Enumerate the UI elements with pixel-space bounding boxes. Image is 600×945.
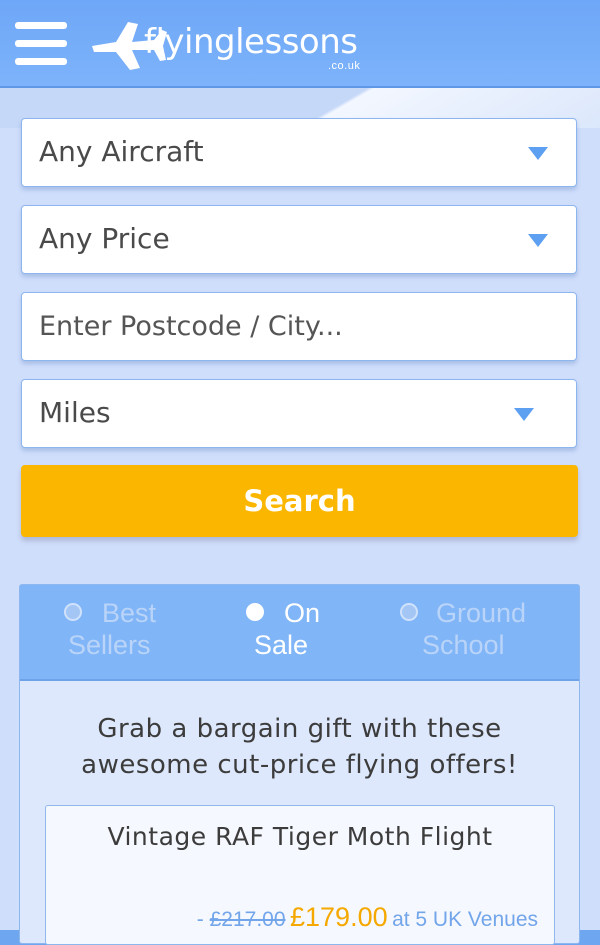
offers-panel: Best Sellers On Sale Ground School Grab … bbox=[19, 584, 580, 945]
aircraft-select-value: Any Aircraft bbox=[39, 135, 204, 168]
chevron-down-icon bbox=[514, 408, 534, 421]
radio-icon bbox=[64, 603, 82, 621]
offer-tabs: Best Sellers On Sale Ground School bbox=[20, 585, 579, 681]
old-price: £217.00 bbox=[209, 908, 286, 931]
tab-ground-school[interactable]: Ground School bbox=[398, 597, 568, 673]
distance-select[interactable]: Miles bbox=[21, 379, 577, 448]
sale-price: £179.00 bbox=[290, 902, 388, 932]
offer-card[interactable]: Vintage RAF Tiger Moth Flight - £217.00 … bbox=[45, 805, 555, 945]
venue-count[interactable]: at 5 UK Venues bbox=[392, 908, 538, 931]
page: flyinglessons .co.uk Any Aircraft Any Pr… bbox=[0, 0, 600, 945]
tab-label-line2: School bbox=[422, 630, 505, 660]
promo-line-2: awesome cut-price flying offers! bbox=[81, 750, 518, 780]
chevron-down-icon bbox=[528, 234, 548, 247]
tab-label-line2: Sellers bbox=[68, 630, 151, 660]
tab-on-sale[interactable]: On Sale bbox=[244, 597, 354, 673]
price-select[interactable]: Any Price bbox=[21, 205, 577, 274]
tab-label-line1: On bbox=[284, 598, 321, 628]
logo-domain: .co.uk bbox=[328, 60, 361, 72]
logo-text: flyinglessons bbox=[144, 22, 358, 62]
price-select-value: Any Price bbox=[39, 222, 170, 255]
distance-select-value: Miles bbox=[39, 396, 111, 429]
radio-icon bbox=[400, 603, 418, 621]
price-dash: - bbox=[196, 908, 210, 931]
radio-icon bbox=[246, 603, 264, 621]
tab-label-line1: Best bbox=[102, 598, 157, 628]
offer-price-row: - £217.00 £179.00 at 5 UK Venues bbox=[197, 902, 538, 933]
offer-title: Vintage RAF Tiger Moth Flight bbox=[107, 822, 493, 851]
tab-label-line1: Ground bbox=[436, 598, 527, 628]
postcode-city-input[interactable] bbox=[22, 293, 576, 360]
tab-label-line2: Sale bbox=[254, 630, 309, 660]
promo-line-1: Grab a bargain gift with these bbox=[97, 714, 502, 744]
location-field[interactable] bbox=[21, 292, 577, 361]
tab-best-sellers[interactable]: Best Sellers bbox=[62, 597, 202, 673]
promo-text: Grab a bargain gift with these awesome c… bbox=[20, 711, 579, 783]
search-button[interactable]: Search bbox=[21, 465, 578, 537]
site-logo[interactable]: flyinglessons .co.uk bbox=[88, 12, 388, 76]
hamburger-menu-icon[interactable] bbox=[15, 22, 67, 66]
aircraft-select[interactable]: Any Aircraft bbox=[21, 118, 577, 187]
site-header: flyinglessons .co.uk bbox=[0, 0, 600, 88]
chevron-down-icon bbox=[528, 147, 548, 160]
